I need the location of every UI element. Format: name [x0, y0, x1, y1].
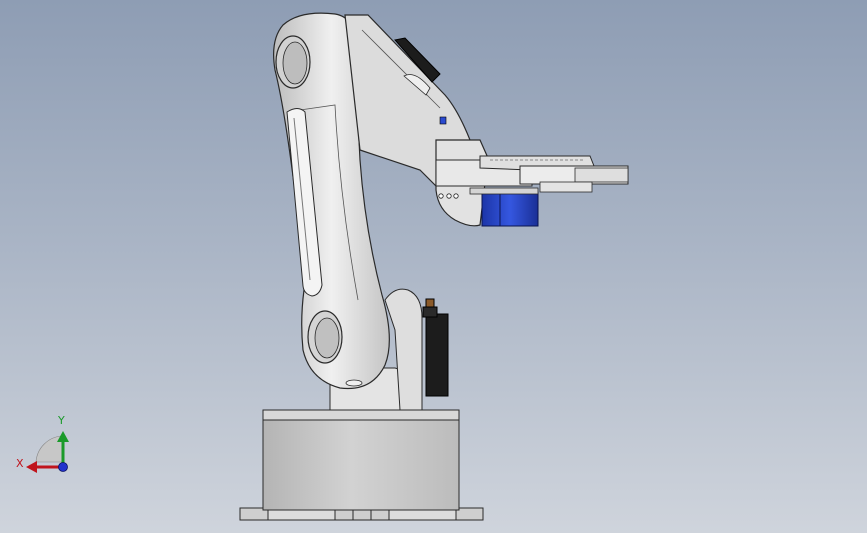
axis-triad	[26, 431, 69, 473]
base-cylinder	[262, 409, 460, 511]
y-axis-label: Y	[58, 414, 65, 427]
graphics-viewport[interactable]: Y X	[0, 0, 867, 533]
z-axis-dot	[58, 462, 68, 472]
shoulder-servo	[422, 298, 449, 397]
x-axis-label: X	[16, 457, 24, 470]
robot-arm-model[interactable]	[0, 0, 867, 533]
